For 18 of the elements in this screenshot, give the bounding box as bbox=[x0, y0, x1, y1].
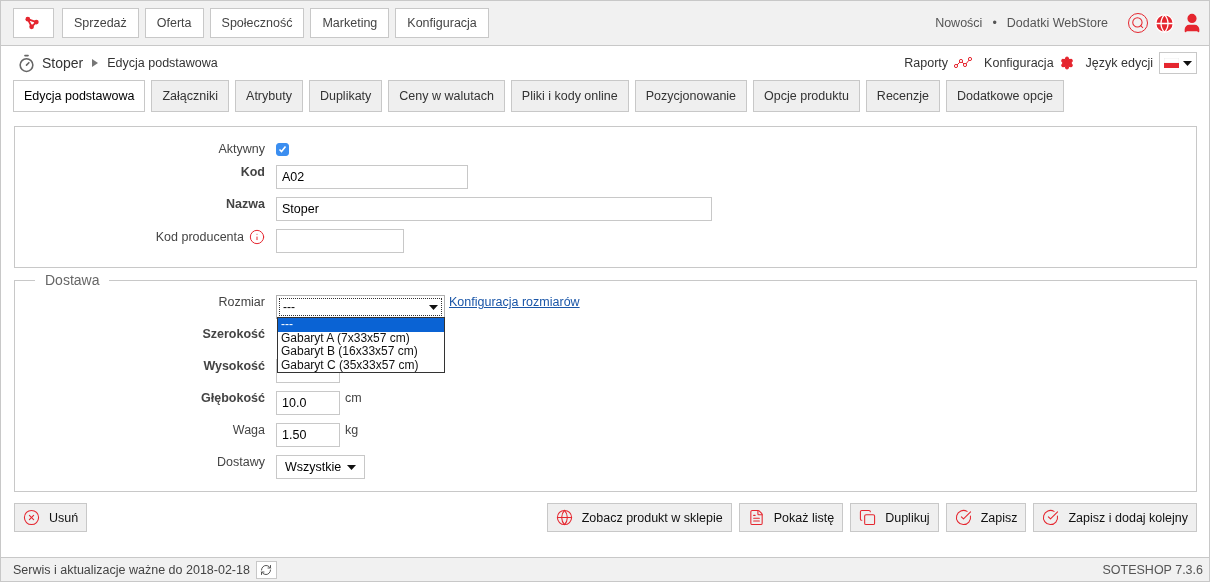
unit-label: kg bbox=[345, 423, 359, 437]
unit-label: cm bbox=[345, 391, 362, 405]
field-label: Waga bbox=[232, 423, 265, 437]
field-label: Aktywny bbox=[218, 142, 265, 156]
version-text: SOTESHOP 7.3.6 bbox=[1102, 562, 1203, 577]
field-label: Nazwa bbox=[226, 197, 265, 211]
field-label: Szerokość bbox=[202, 327, 265, 341]
field-label: Wysokość bbox=[203, 359, 265, 373]
section-legend: Dostawa bbox=[35, 272, 110, 288]
field-label: Dostawy bbox=[217, 455, 265, 469]
field-label: Kod producenta bbox=[155, 230, 244, 244]
product-name: Stoper bbox=[42, 55, 84, 71]
field-label: Kod bbox=[240, 165, 265, 179]
field-label: Głębokość bbox=[201, 391, 265, 405]
separator-dot: • bbox=[992, 16, 997, 30]
field-label: Rozmiar bbox=[218, 295, 265, 309]
status-text: Serwis i aktualizacje ważne do 2018-02-18 bbox=[13, 562, 250, 577]
breadcrumb-current: Edycja podstawowa bbox=[107, 56, 218, 70]
